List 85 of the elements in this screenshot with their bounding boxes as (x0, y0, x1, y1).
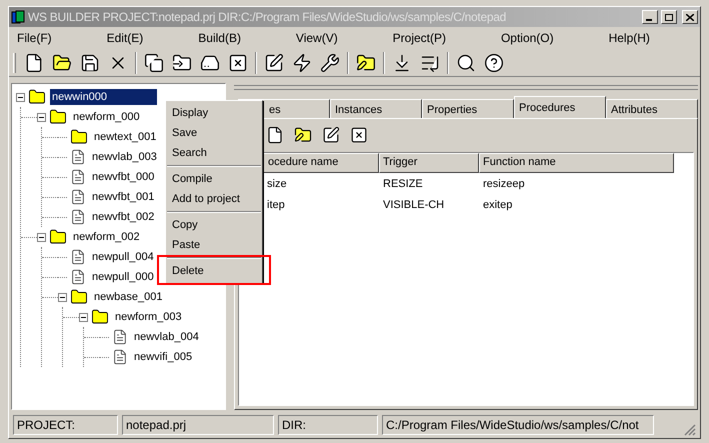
context-menu-item[interactable]: Save (166, 123, 262, 143)
menu-item[interactable]: View(V) (296, 29, 338, 47)
menu-item[interactable]: Build(B) (198, 29, 241, 47)
tab[interactable]: Attributes (606, 99, 698, 118)
tool-icon (320, 52, 340, 72)
table-cell-text: resizeep (482, 176, 526, 192)
minimize-button[interactable] (642, 10, 658, 24)
tree-item[interactable]: newform_003 (113, 308, 184, 326)
collapse-icon[interactable] (37, 232, 46, 242)
folder-icon (70, 288, 88, 306)
column-header[interactable]: Function name (479, 153, 674, 173)
document-icon (70, 149, 86, 165)
folder-pen-icon (356, 52, 376, 72)
status-field: C:/Program Files/WideStudio/ws/samples/C/not (382, 415, 654, 435)
menu-item[interactable]: File(F) (17, 29, 52, 47)
folder-icon (70, 128, 88, 146)
tab[interactable]: Instances (330, 99, 422, 118)
document-icon (70, 169, 86, 185)
copy-window-icon (144, 52, 164, 72)
search-icon (456, 52, 476, 72)
folder-icon (91, 308, 109, 326)
context-menu-item[interactable]: Copy (166, 215, 262, 235)
tree-item[interactable]: newform_002 (71, 228, 142, 246)
document-icon (70, 269, 86, 285)
document-icon (112, 329, 128, 345)
open-folder-icon (52, 52, 72, 72)
close-button[interactable] (682, 10, 698, 24)
table-cell-text: itep (266, 198, 286, 213)
window-pen-icon (264, 52, 284, 72)
maximize-icon (665, 14, 673, 20)
document-icon (112, 349, 128, 365)
column-header[interactable]: Trigger (379, 153, 479, 173)
collapse-icon[interactable] (16, 92, 25, 102)
app-icon (11, 10, 25, 24)
folder-icon (49, 228, 67, 246)
collapse-icon[interactable] (37, 112, 46, 122)
lightning-icon (292, 52, 312, 72)
folder-icon (49, 108, 67, 126)
tree-item[interactable]: newvfbt_000 (90, 168, 156, 186)
window-cross-icon (350, 126, 368, 144)
table-cell-text: size (266, 176, 288, 192)
resize-grip-icon[interactable] (682, 422, 696, 436)
folder-icon (28, 88, 46, 106)
collapse-icon[interactable] (58, 292, 67, 302)
document-icon (70, 189, 86, 205)
folder-window-icon (172, 52, 192, 72)
tree-item[interactable]: newvlab_004 (132, 328, 201, 346)
status-field: DIR: (278, 415, 378, 435)
menu-item[interactable]: Help(H) (608, 29, 650, 47)
tree-item[interactable]: newpull_000 (90, 268, 156, 286)
tree-item[interactable]: newpull_004 (90, 248, 156, 266)
menu-item[interactable]: Option(O) (500, 29, 554, 47)
tree-item[interactable]: newvlab_003 (90, 148, 159, 166)
menu-item[interactable]: Edit(E) (106, 29, 144, 47)
window-pen-icon (322, 126, 340, 144)
tree-item[interactable]: newform_000 (71, 108, 142, 126)
tree-item[interactable]: newbase_001 (92, 288, 165, 306)
context-menu-item[interactable]: Paste (166, 235, 262, 255)
table-cell-text: RESIZE (382, 176, 424, 192)
new-file-icon (24, 52, 44, 72)
status-field: notepad.prj (122, 415, 274, 435)
table-cell-text: exitep (482, 198, 514, 213)
save-icon (80, 52, 100, 72)
tree-item[interactable]: newvfbt_001 (90, 188, 156, 206)
document-icon (70, 249, 86, 265)
tree-item[interactable]: newvfbt_002 (90, 208, 156, 226)
window-title: WS BUILDER PROJECT:notepad.prj DIR:C:/Program Files/WideStudio/ws/samples/C/notepad (28, 9, 507, 26)
new-file-icon (266, 126, 284, 144)
folder-pen-icon (294, 126, 312, 144)
document-icon (70, 209, 86, 225)
tab[interactable]: Properties (422, 99, 514, 118)
tree-item[interactable]: newvifi_005 (132, 348, 194, 366)
window-cross-icon (228, 52, 248, 72)
tree-item[interactable]: newwin000 (50, 88, 158, 106)
tree-item[interactable]: newtext_001 (92, 128, 158, 146)
context-menu-item[interactable]: Add to project (166, 189, 262, 209)
menu-item[interactable]: Project(P) (392, 29, 446, 47)
status-field: PROJECT: (13, 415, 118, 435)
help-icon (484, 52, 504, 72)
maximize-button[interactable] (661, 10, 677, 24)
context-menu-item[interactable]: Delete (166, 261, 262, 281)
close-icon (686, 14, 694, 20)
table-cell-text: VISIBLE-CH (382, 198, 446, 213)
collapse-icon[interactable] (79, 312, 88, 322)
tab[interactable]: Procedures (514, 96, 606, 118)
